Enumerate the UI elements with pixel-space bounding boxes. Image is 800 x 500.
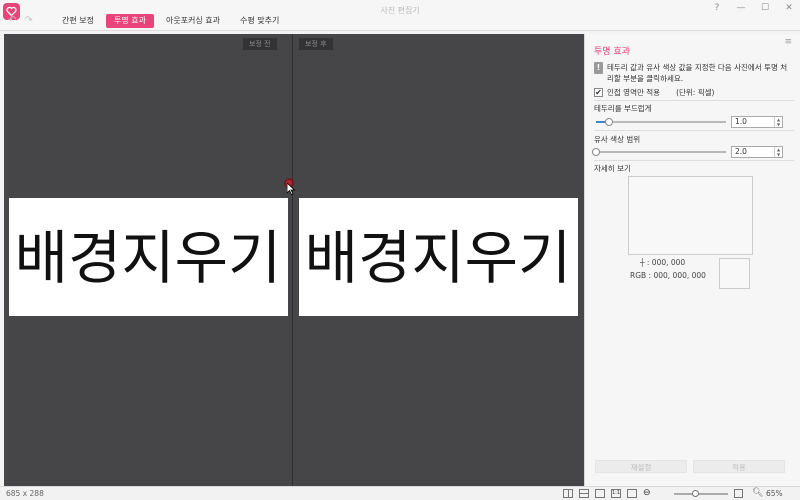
split-vertical-icon[interactable] [563,489,573,498]
window-controls: ? — ☐ ✕ [712,3,794,13]
minimize-icon[interactable]: — [736,3,746,13]
transparency-panel: 투명 효과 ≡ ! 테두리 값과 유사 색상 값을 지정한 다음 사진에서 투명… [584,34,800,486]
after-image-text: 배경지우기 [305,224,572,292]
spin-arrows-icon[interactable]: ▲ ▼ [774,117,782,127]
similarity-label: 유사 색상 범위 [594,135,641,144]
apply-button[interactable]: 적용 [693,460,785,473]
unit-label: (단위: 픽셀) [676,88,715,97]
help-icon[interactable]: ? [712,3,722,13]
rgb-readout: RGB : 000, 000, 000 [630,271,706,280]
before-label: 보정 전 [243,38,277,50]
zoom-level: 65% [766,489,783,498]
divider [594,130,794,131]
magnifier-icon[interactable]: 🔍︎ [752,488,763,498]
zoom-fit-icon[interactable] [734,489,743,498]
compare-divider [292,34,293,486]
split-horizontal-icon[interactable] [579,489,589,498]
undo-icon[interactable]: ↶ [8,15,16,26]
similarity-value: 2.0 [735,147,747,156]
title-bar: 사진 편집기 ? — ☐ ✕ ↶ ↷ 간편 보정 투명 효과 아웃포커싱 효과 … [0,0,800,31]
zoom-slider-knob[interactable] [692,490,699,497]
reset-button[interactable]: 재설정 [595,460,687,473]
feather-value: 1.0 [735,117,747,126]
divider [594,160,794,161]
before-image[interactable]: 배경지우기 [9,198,288,316]
undo-redo-group: ↶ ↷ [8,15,33,26]
info-icon: ! [594,62,603,74]
divider [594,100,794,101]
single-view-icon[interactable] [595,489,605,498]
maximize-icon[interactable]: ☐ [760,3,770,13]
adjacent-only-label: 인접 영역만 적용 [607,88,661,97]
feather-label: 테두리를 부드럽게 [594,104,652,113]
mouse-pointer-icon [287,183,295,195]
status-bar: 685 x 288 1:1 ⊖ 🔍︎ 65% [0,486,800,500]
info-message: ! 테두리 값과 유사 색상 값을 지정한 다음 사진에서 투명 처 리할 부분… [594,62,794,84]
feather-spinbox[interactable]: 1.0 ▲ ▼ [731,116,783,128]
adjacent-only-checkbox[interactable]: ✔ [594,88,603,97]
coordinate-readout: ┼ : 000, 000 [640,258,686,267]
feather-slider[interactable] [596,118,726,126]
redo-icon[interactable]: ↷ [24,15,32,26]
detail-view-label: 자세히 보기 [594,164,631,173]
panel-title: 투명 효과 [594,47,630,57]
panel-menu-icon[interactable]: ≡ [784,37,792,47]
actual-size-icon[interactable]: 1:1 [611,489,621,498]
tab-quick-correction[interactable]: 간편 보정 [54,14,102,28]
close-icon[interactable]: ✕ [784,3,794,13]
zoom-slider[interactable] [674,490,728,497]
after-label: 보정 후 [299,38,333,50]
detail-preview [628,176,753,255]
fit-screen-icon[interactable] [627,489,637,498]
info-text-line2: 리할 부분을 클릭하세요. [607,74,684,83]
tab-transparency[interactable]: 투명 효과 [105,14,154,28]
image-dimensions: 685 x 288 [6,489,44,498]
before-image-text: 배경지우기 [15,224,282,292]
tab-straighten[interactable]: 수평 맞추기 [232,14,287,28]
similarity-slider[interactable] [592,148,726,156]
tab-bar: 간편 보정 투명 효과 아웃포커싱 효과 수평 맞추기 [54,14,287,28]
similarity-slider-knob[interactable] [592,148,600,156]
after-image[interactable]: 배경지우기 [299,198,578,316]
spin-arrows-icon[interactable]: ▲ ▼ [774,147,782,157]
similarity-spinbox[interactable]: 2.0 ▲ ▼ [731,146,783,158]
image-canvas[interactable]: 보정 전 보정 후 배경지우기 배경지우기 [4,34,584,486]
zoom-out-icon[interactable]: ⊖ [643,489,653,498]
tab-outfocusing[interactable]: 아웃포커싱 효과 [158,14,228,28]
info-text-line1: 테두리 값과 유사 색상 값을 지정한 다음 사진에서 투명 처 [607,63,788,72]
view-mode-icons: 1:1 ⊖ [563,489,653,498]
adjacent-only-row: ✔ 인접 영역만 적용 (단위: 픽셀) [594,87,714,98]
feather-slider-knob[interactable] [605,118,613,126]
color-swatch [719,258,750,289]
